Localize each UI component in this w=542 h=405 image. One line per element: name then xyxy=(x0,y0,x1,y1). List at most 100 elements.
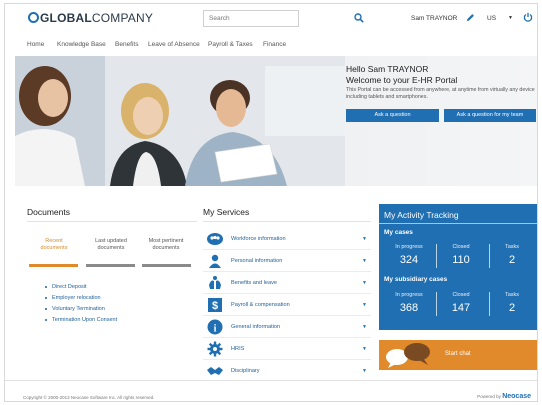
sub-tasks-label: Tasks xyxy=(504,292,520,298)
sub-closed-label: Closed xyxy=(452,292,470,298)
service-label: Personal information xyxy=(231,258,283,264)
chevron-down-icon: ▼ xyxy=(362,346,367,352)
service-label: HRIS xyxy=(231,346,245,352)
top-header: GLOBALCOMPANY Sam TRAYNOR US ▼ xyxy=(5,4,537,34)
nav-payroll-taxes[interactable]: Payroll & Taxes xyxy=(208,41,253,48)
tab-label-line1: Last updated xyxy=(95,238,127,244)
service-disciplinary[interactable]: Disciplinary ▼ xyxy=(203,360,371,382)
nav-benefits[interactable]: Benefits xyxy=(115,41,139,48)
hero-subtitle: Welcome to your E-HR Portal xyxy=(346,75,458,85)
handshake-icon xyxy=(207,367,223,375)
tab-most-pertinent-documents[interactable]: Most pertinent documents xyxy=(139,238,193,252)
document-link[interactable]: Employer relocation xyxy=(45,295,117,306)
chevron-down-icon: ▼ xyxy=(362,236,367,242)
services-title: My Services xyxy=(203,207,250,217)
service-hris[interactable]: HRIS ▼ xyxy=(203,338,371,360)
main-nav: Home Knowledge Base Benefits Leave of Ab… xyxy=(5,38,537,52)
tab-recent-documents[interactable]: Recent documents xyxy=(27,238,81,252)
brand-logo[interactable]: Neocase xyxy=(502,393,531,400)
documents-title: Documents xyxy=(27,207,70,217)
welcome-banner: Hello Sam TRAYNOR Welcome to your E-HR P… xyxy=(15,56,537,186)
power-icon[interactable] xyxy=(523,12,533,22)
service-label: Disciplinary xyxy=(231,368,260,374)
start-chat-button[interactable]: Start chat xyxy=(379,340,537,370)
powered-by-label: Powered by xyxy=(477,394,501,399)
team-icon xyxy=(207,233,223,245)
service-label: Workforce information xyxy=(231,236,286,242)
services-divider xyxy=(203,221,371,222)
cases-in-progress-value[interactable]: 324 xyxy=(384,254,434,266)
tab-label-line1: Most pertinent xyxy=(148,238,184,244)
sub-closed-value[interactable]: 147 xyxy=(436,302,486,314)
caret-down-icon[interactable]: ▼ xyxy=(508,15,513,21)
tab-label-line1: Recent xyxy=(45,238,63,244)
team-photo xyxy=(15,56,345,186)
logo-ring-icon xyxy=(28,12,39,23)
chat-bubbles-icon xyxy=(386,343,430,368)
sub-tasks-value[interactable]: 2 xyxy=(487,302,537,314)
search-input[interactable] xyxy=(203,10,299,27)
person-icon xyxy=(209,254,221,268)
service-label: Benefits and leave xyxy=(231,280,278,286)
documents-divider xyxy=(27,221,197,222)
tab-indicator-recent xyxy=(29,264,78,267)
sub-in-progress-value[interactable]: 368 xyxy=(384,302,434,314)
info-icon: i xyxy=(207,319,223,335)
portal-window: GLOBALCOMPANY Sam TRAYNOR US ▼ Home Know… xyxy=(4,3,538,402)
search-icon[interactable] xyxy=(354,13,364,23)
cases-closed-value[interactable]: 110 xyxy=(436,254,486,266)
benefits-icon xyxy=(209,276,221,289)
service-payroll-compensation[interactable]: $ Payroll & compensation ▼ xyxy=(203,294,371,316)
nav-home[interactable]: Home xyxy=(27,41,44,48)
service-personal-information[interactable]: Personal information ▼ xyxy=(203,250,371,272)
chevron-down-icon: ▼ xyxy=(362,368,367,374)
tab-label-line2: documents xyxy=(152,245,180,251)
start-chat-label: Start chat xyxy=(445,351,471,357)
user-name[interactable]: Sam TRAYNOR xyxy=(411,15,457,22)
cases-tasks-value[interactable]: 2 xyxy=(487,254,537,266)
tab-last-updated-documents[interactable]: Last updated documents xyxy=(84,238,138,252)
pencil-icon[interactable] xyxy=(466,13,475,22)
service-workforce-information[interactable]: Workforce information ▼ xyxy=(203,228,371,250)
chevron-down-icon: ▼ xyxy=(362,324,367,330)
gear-icon xyxy=(207,341,223,357)
footer-divider xyxy=(5,380,537,381)
chevron-down-icon: ▼ xyxy=(362,302,367,308)
language-selector[interactable]: US xyxy=(487,15,496,22)
tab-indicator-last-updated xyxy=(86,264,135,267)
dollar-icon: $ xyxy=(208,298,222,312)
company-logo[interactable]: GLOBALCOMPANY xyxy=(28,11,153,25)
activity-title: My Activity Tracking xyxy=(384,210,459,220)
chevron-down-icon: ▼ xyxy=(362,280,367,286)
nav-leave-of-absence[interactable]: Leave of Absence xyxy=(148,41,200,48)
hero-description: This Portal can be accessed from anywher… xyxy=(346,87,535,100)
ask-question-button[interactable]: Ask a question xyxy=(346,109,439,122)
service-general-information[interactable]: i General information ▼ xyxy=(203,316,371,338)
activity-divider xyxy=(379,223,537,224)
svg-text:$: $ xyxy=(212,300,218,312)
nav-knowledge-base[interactable]: Knowledge Base xyxy=(57,41,106,48)
tab-indicator-most-pertinent xyxy=(142,264,191,267)
powered-by: Powered by Neocase xyxy=(477,393,531,400)
subsidiary-cases-heading: My subsidiary cases xyxy=(384,276,448,283)
my-cases-heading: My cases xyxy=(384,229,413,236)
document-link[interactable]: Direct Deposit xyxy=(45,284,117,295)
tab-label-line2: documents xyxy=(40,245,68,251)
ask-question-team-button[interactable]: Ask a question for my team xyxy=(444,109,536,122)
document-link[interactable]: Termination Upon Consent xyxy=(45,317,117,328)
tab-label-line2: documents xyxy=(97,245,125,251)
cases-in-progress-label: In progress xyxy=(395,244,423,250)
service-label: Payroll & compensation xyxy=(231,302,290,308)
service-label: General information xyxy=(231,324,281,330)
svg-text:i: i xyxy=(214,324,217,335)
document-list: Direct Deposit Employer relocation Volun… xyxy=(45,284,117,328)
nav-finance[interactable]: Finance xyxy=(263,41,286,48)
document-link[interactable]: Voluntary Termination xyxy=(45,306,117,317)
hero-greeting: Hello Sam TRAYNOR xyxy=(346,64,429,74)
activity-tracking-panel: My Activity Tracking My cases In progres… xyxy=(379,204,537,330)
sub-in-progress-label: In progress xyxy=(395,292,423,298)
chevron-down-icon: ▼ xyxy=(362,258,367,264)
cases-tasks-label: Tasks xyxy=(504,244,520,250)
copyright-text: Copyright © 2000-2013 Neocase Software I… xyxy=(23,395,155,400)
service-benefits-and-leave[interactable]: Benefits and leave ▼ xyxy=(203,272,371,294)
